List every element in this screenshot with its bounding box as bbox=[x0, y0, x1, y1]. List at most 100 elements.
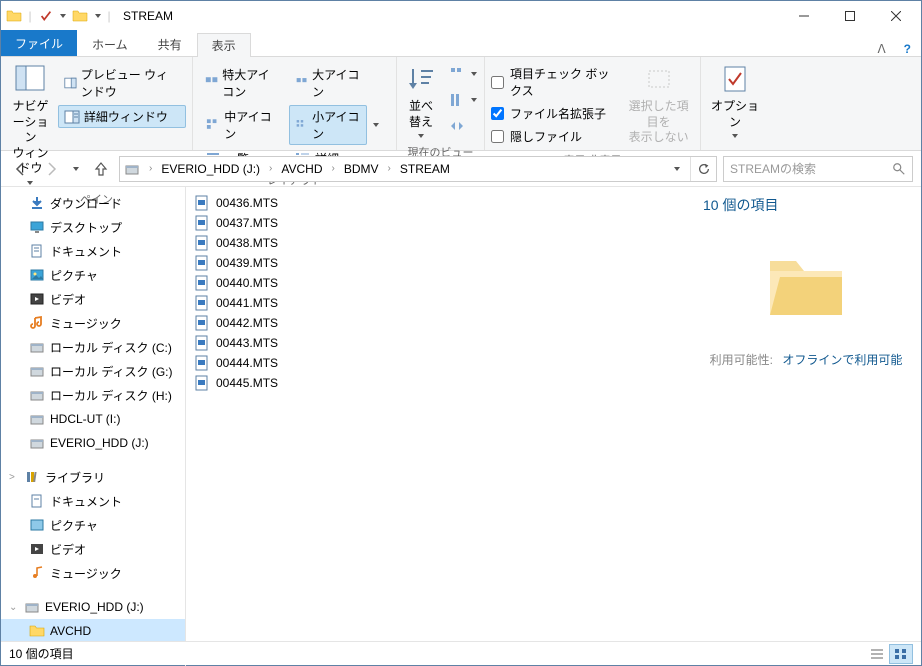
nav-item[interactable]: >ライブラリ bbox=[1, 465, 185, 489]
nav-item[interactable]: ビデオ bbox=[1, 287, 185, 311]
nav-item-label: ライブラリ bbox=[45, 469, 105, 486]
details-pane-button[interactable]: 詳細ウィンドウ bbox=[58, 105, 186, 128]
ribbon-collapse-button[interactable]: ᐱ bbox=[869, 42, 893, 56]
search-box[interactable] bbox=[723, 156, 913, 182]
nav-item[interactable]: ピクチャ bbox=[1, 513, 185, 537]
details-title: 10 個の項目 bbox=[703, 195, 909, 215]
chevron-right-icon[interactable]: › bbox=[146, 163, 155, 174]
nav-item-label: ピクチャ bbox=[50, 267, 98, 284]
sort-button[interactable]: 並べ替え bbox=[403, 59, 439, 142]
file-extensions-toggle[interactable]: ファイル名拡張子 bbox=[491, 103, 619, 124]
tab-file[interactable]: ファイル bbox=[1, 30, 77, 56]
nav-item[interactable]: ピクチャ bbox=[1, 263, 185, 287]
file-list[interactable]: 00436.MTS00437.MTS00438.MTS00439.MTS0044… bbox=[186, 187, 691, 666]
nav-item-label: HDCL-UT (I:) bbox=[50, 412, 120, 426]
nav-item[interactable]: ビデオ bbox=[1, 537, 185, 561]
icons-view-button[interactable] bbox=[889, 644, 913, 664]
tab-view[interactable]: 表示 bbox=[197, 33, 251, 57]
layout-extra-large-button[interactable]: 特大アイコン bbox=[199, 63, 287, 103]
hidden-files-toggle[interactable]: 隠しファイル bbox=[491, 126, 619, 147]
navigation-pane[interactable]: ダウンロードデスクトップドキュメントピクチャビデオミュージックローカル ディスク… bbox=[1, 187, 186, 666]
tab-share[interactable]: 共有 bbox=[143, 32, 197, 56]
folder-thumbnail-icon bbox=[758, 239, 854, 335]
nav-item[interactable]: デスクトップ bbox=[1, 215, 185, 239]
details-pane: 10 個の項目 利用可能性: オフラインで利用可能 bbox=[691, 187, 921, 666]
qat-dropdown-2[interactable] bbox=[91, 5, 105, 27]
file-item[interactable]: 00442.MTS bbox=[194, 313, 683, 333]
nav-item[interactable]: HDCL-UT (I:) bbox=[1, 407, 185, 431]
up-button[interactable] bbox=[89, 157, 113, 181]
nav-item[interactable]: ミュージック bbox=[1, 561, 185, 585]
nav-item[interactable]: ローカル ディスク (C:) bbox=[1, 335, 185, 359]
file-name: 00443.MTS bbox=[216, 336, 278, 350]
breadcrumb-0[interactable]: EVERIO_HDD (J:) bbox=[155, 157, 266, 181]
layout-medium-button[interactable]: 中アイコン bbox=[199, 105, 287, 145]
address-bar[interactable]: › EVERIO_HDD (J:) › AVCHD › BDMV › STREA… bbox=[119, 156, 717, 182]
search-input[interactable] bbox=[730, 162, 892, 176]
add-columns-button[interactable] bbox=[443, 89, 483, 111]
file-item[interactable]: 00439.MTS bbox=[194, 253, 683, 273]
recent-locations-button[interactable] bbox=[69, 157, 83, 181]
qat-dropdown[interactable] bbox=[57, 5, 69, 27]
nav-item[interactable]: EVERIO_HDD (J:) bbox=[1, 431, 185, 455]
breadcrumb-3[interactable]: STREAM bbox=[394, 157, 456, 181]
close-button[interactable] bbox=[873, 1, 919, 31]
nav-item-label: ピクチャ bbox=[50, 517, 98, 534]
breadcrumb-root-icon[interactable] bbox=[120, 157, 146, 181]
qat-properties-button[interactable] bbox=[35, 5, 57, 27]
nav-item-label: ローカル ディスク (G:) bbox=[50, 363, 173, 380]
minimize-button[interactable] bbox=[781, 1, 827, 31]
preview-pane-button[interactable]: プレビュー ウィンドウ bbox=[58, 63, 186, 103]
breadcrumb-2[interactable]: BDMV bbox=[338, 157, 385, 181]
details-properties: 利用可能性: オフラインで利用可能 bbox=[703, 351, 909, 368]
file-item[interactable]: 00445.MTS bbox=[194, 373, 683, 393]
size-columns-button[interactable] bbox=[443, 115, 483, 137]
file-item[interactable]: 00437.MTS bbox=[194, 213, 683, 233]
file-item[interactable]: 00441.MTS bbox=[194, 293, 683, 313]
maximize-button[interactable] bbox=[827, 1, 873, 31]
tab-home[interactable]: ホーム bbox=[77, 32, 143, 56]
file-item[interactable]: 00440.MTS bbox=[194, 273, 683, 293]
nav-item-label: ビデオ bbox=[50, 541, 86, 558]
nav-item[interactable]: ミュージック bbox=[1, 311, 185, 335]
details-view-button[interactable] bbox=[865, 644, 889, 664]
status-text: 10 個の項目 bbox=[9, 645, 74, 662]
nav-item[interactable]: ダウンロード bbox=[1, 191, 185, 215]
ribbon-group-show-hide: 項目チェック ボックス ファイル名拡張子 隠しファイル 選択した項目を 表示しな… bbox=[485, 57, 701, 150]
breadcrumb-1[interactable]: AVCHD bbox=[275, 157, 328, 181]
video-file-icon bbox=[194, 375, 210, 391]
back-button[interactable] bbox=[9, 157, 33, 181]
options-button[interactable]: オプション bbox=[707, 59, 763, 142]
nav-item[interactable]: AVCHD bbox=[1, 619, 185, 643]
file-item[interactable]: 00444.MTS bbox=[194, 353, 683, 373]
window-title: STREAM bbox=[123, 9, 173, 23]
video-file-icon bbox=[194, 355, 210, 371]
ribbon: ナビゲーション ウィンドウ プレビュー ウィンドウ 詳細ウィンドウ ペイン 特大… bbox=[1, 57, 921, 151]
address-dropdown-button[interactable] bbox=[664, 157, 690, 181]
nav-item-label: ローカル ディスク (H:) bbox=[50, 387, 172, 404]
forward-button[interactable] bbox=[39, 157, 63, 181]
help-button[interactable]: ? bbox=[894, 42, 921, 56]
video-file-icon bbox=[194, 255, 210, 271]
nav-item[interactable]: ドキュメント bbox=[1, 489, 185, 513]
refresh-button[interactable] bbox=[690, 157, 716, 181]
nav-item[interactable]: ⌄EVERIO_HDD (J:) bbox=[1, 595, 185, 619]
nav-item-label: EVERIO_HDD (J:) bbox=[45, 600, 144, 614]
layout-large-button[interactable]: 大アイコン bbox=[289, 63, 367, 103]
details-pane-label: 詳細ウィンドウ bbox=[84, 108, 168, 125]
availability-value: オフラインで利用可能 bbox=[782, 353, 902, 367]
nav-item[interactable]: ローカル ディスク (H:) bbox=[1, 383, 185, 407]
nav-item[interactable]: ローカル ディスク (G:) bbox=[1, 359, 185, 383]
nav-item-label: ダウンロード bbox=[50, 195, 122, 212]
quick-access-toolbar: | | bbox=[3, 5, 113, 27]
item-checkboxes-toggle[interactable]: 項目チェック ボックス bbox=[491, 63, 619, 101]
chevron-right-icon[interactable]: › bbox=[266, 163, 275, 174]
file-item[interactable]: 00436.MTS bbox=[194, 193, 683, 213]
file-item[interactable]: 00438.MTS bbox=[194, 233, 683, 253]
group-by-button[interactable] bbox=[443, 63, 483, 85]
file-item[interactable]: 00443.MTS bbox=[194, 333, 683, 353]
nav-item[interactable]: ドキュメント bbox=[1, 239, 185, 263]
layout-small-button[interactable]: 小アイコン bbox=[289, 105, 367, 145]
chevron-right-icon[interactable]: › bbox=[329, 163, 338, 174]
chevron-right-icon[interactable]: › bbox=[385, 163, 394, 174]
